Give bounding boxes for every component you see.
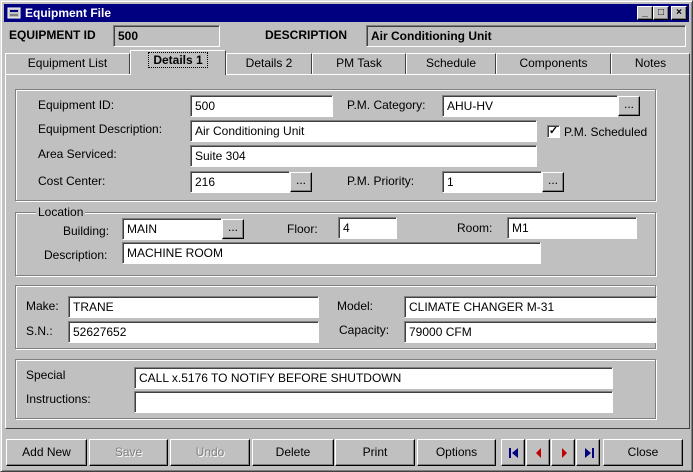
tab-label: Equipment List <box>27 56 108 70</box>
cost-center-label: Cost Center: <box>38 174 106 188</box>
capacity-field[interactable]: 79000 CFM <box>404 321 657 343</box>
add-new-button[interactable]: Add New <box>6 439 87 466</box>
building-lookup-button[interactable]: ... <box>222 219 244 239</box>
model-field[interactable]: CLIMATE CHANGER M-31 <box>404 296 657 318</box>
previous-record-icon <box>536 448 541 458</box>
area-serviced-label: Area Serviced: <box>38 147 117 161</box>
make-field[interactable]: TRANE <box>68 296 319 318</box>
special-instructions-line-2[interactable] <box>134 391 613 413</box>
minimize-icon: _ <box>642 7 648 18</box>
floor-label: Floor: <box>287 222 318 236</box>
first-record-icon <box>509 448 518 458</box>
maximize-button[interactable]: □ <box>653 6 669 20</box>
make-label: Make: <box>26 299 59 313</box>
location-description-field[interactable]: MACHINE ROOM <box>122 242 541 264</box>
pm-category-lookup-button[interactable]: ... <box>618 96 640 116</box>
tab-strip: Equipment List Details 1 Details 2 PM Ta… <box>5 50 690 75</box>
previous-record-button[interactable] <box>526 439 550 466</box>
sn-field[interactable]: 52627652 <box>68 321 319 343</box>
tab-details-1[interactable]: Details 1 <box>130 50 226 75</box>
tab-notes[interactable]: Notes <box>611 53 690 74</box>
equipment-id-label: Equipment ID: <box>38 98 115 112</box>
check-icon: ✓ <box>548 125 559 137</box>
last-record-icon <box>585 448 594 458</box>
app-icon <box>7 7 21 19</box>
close-button[interactable]: Close <box>603 439 683 466</box>
pm-scheduled-checkbox[interactable]: ✓ <box>547 125 560 138</box>
model-label: Model: <box>337 299 374 313</box>
building-label: Building: <box>63 224 110 238</box>
tab-label: Notes <box>634 56 667 70</box>
capacity-label: Capacity: <box>339 323 390 337</box>
tab-components[interactable]: Components <box>496 53 611 74</box>
maximize-icon: □ <box>657 7 665 18</box>
close-icon: × <box>676 7 682 18</box>
room-label: Room: <box>457 221 493 235</box>
location-group-title: Location <box>36 205 86 219</box>
options-button[interactable]: Options <box>417 439 496 466</box>
tab-pm-task[interactable]: PM Task <box>312 53 406 74</box>
pm-priority-field[interactable]: 1 <box>442 171 542 193</box>
location-description-label: Description: <box>44 248 108 262</box>
print-button[interactable]: Print <box>335 439 415 466</box>
cost-center-field[interactable]: 216 <box>190 171 290 193</box>
equipment-id-field[interactable]: 500 <box>190 95 333 117</box>
tab-label: Components <box>519 56 588 70</box>
tab-label: Schedule <box>425 56 477 70</box>
header-equipment-id-field: 500 <box>113 25 220 47</box>
first-record-button[interactable] <box>501 439 525 466</box>
equipment-description-field[interactable]: Air Conditioning Unit <box>190 120 537 142</box>
pm-category-field[interactable]: AHU-HV <box>442 95 618 117</box>
tab-schedule[interactable]: Schedule <box>406 53 496 74</box>
pm-priority-lookup-button[interactable]: ... <box>542 172 564 192</box>
tab-label: PM Task <box>336 56 382 70</box>
cost-center-lookup-button[interactable]: ... <box>290 172 312 192</box>
next-record-icon <box>562 448 567 458</box>
pm-priority-label: P.M. Priority: <box>347 174 415 188</box>
window-title: Equipment File <box>25 6 112 20</box>
sn-label: S.N.: <box>26 324 53 338</box>
tab-label: Details 1 <box>148 52 208 68</box>
tab-label: Details 2 <box>245 56 293 70</box>
special-label: Special <box>26 368 66 382</box>
minimize-button[interactable]: _ <box>637 6 653 20</box>
equipment-description-label: Equipment Description: <box>38 122 163 136</box>
last-record-button[interactable] <box>576 439 600 466</box>
tab-equipment-list[interactable]: Equipment List <box>5 53 130 74</box>
close-window-button[interactable]: × <box>671 6 687 20</box>
equipment-file-window: Equipment File _ □ × EQUIPMENT ID 500 DE… <box>0 0 693 472</box>
building-field[interactable]: MAIN <box>122 218 222 240</box>
floor-field[interactable]: 4 <box>338 217 397 239</box>
pm-scheduled-label: P.M. Scheduled <box>564 125 648 139</box>
pm-category-label: P.M. Category: <box>347 98 426 112</box>
delete-button[interactable]: Delete <box>252 439 334 466</box>
save-button[interactable]: Save <box>89 439 168 466</box>
area-serviced-field[interactable]: Suite 304 <box>190 145 537 167</box>
special-instructions-line-1[interactable]: CALL x.5176 TO NOTIFY BEFORE SHUTDOWN <box>134 367 613 389</box>
header-description-label: DESCRIPTION <box>265 28 348 42</box>
instructions-label: Instructions: <box>26 392 91 406</box>
tab-details-2[interactable]: Details 2 <box>226 53 312 74</box>
header-description-field: Air Conditioning Unit <box>366 25 686 47</box>
header-equipment-id-label: EQUIPMENT ID <box>9 28 96 42</box>
undo-button[interactable]: Undo <box>170 439 250 466</box>
title-bar[interactable]: Equipment File _ □ × <box>4 4 689 22</box>
next-record-button[interactable] <box>551 439 575 466</box>
room-field[interactable]: M1 <box>507 217 637 239</box>
